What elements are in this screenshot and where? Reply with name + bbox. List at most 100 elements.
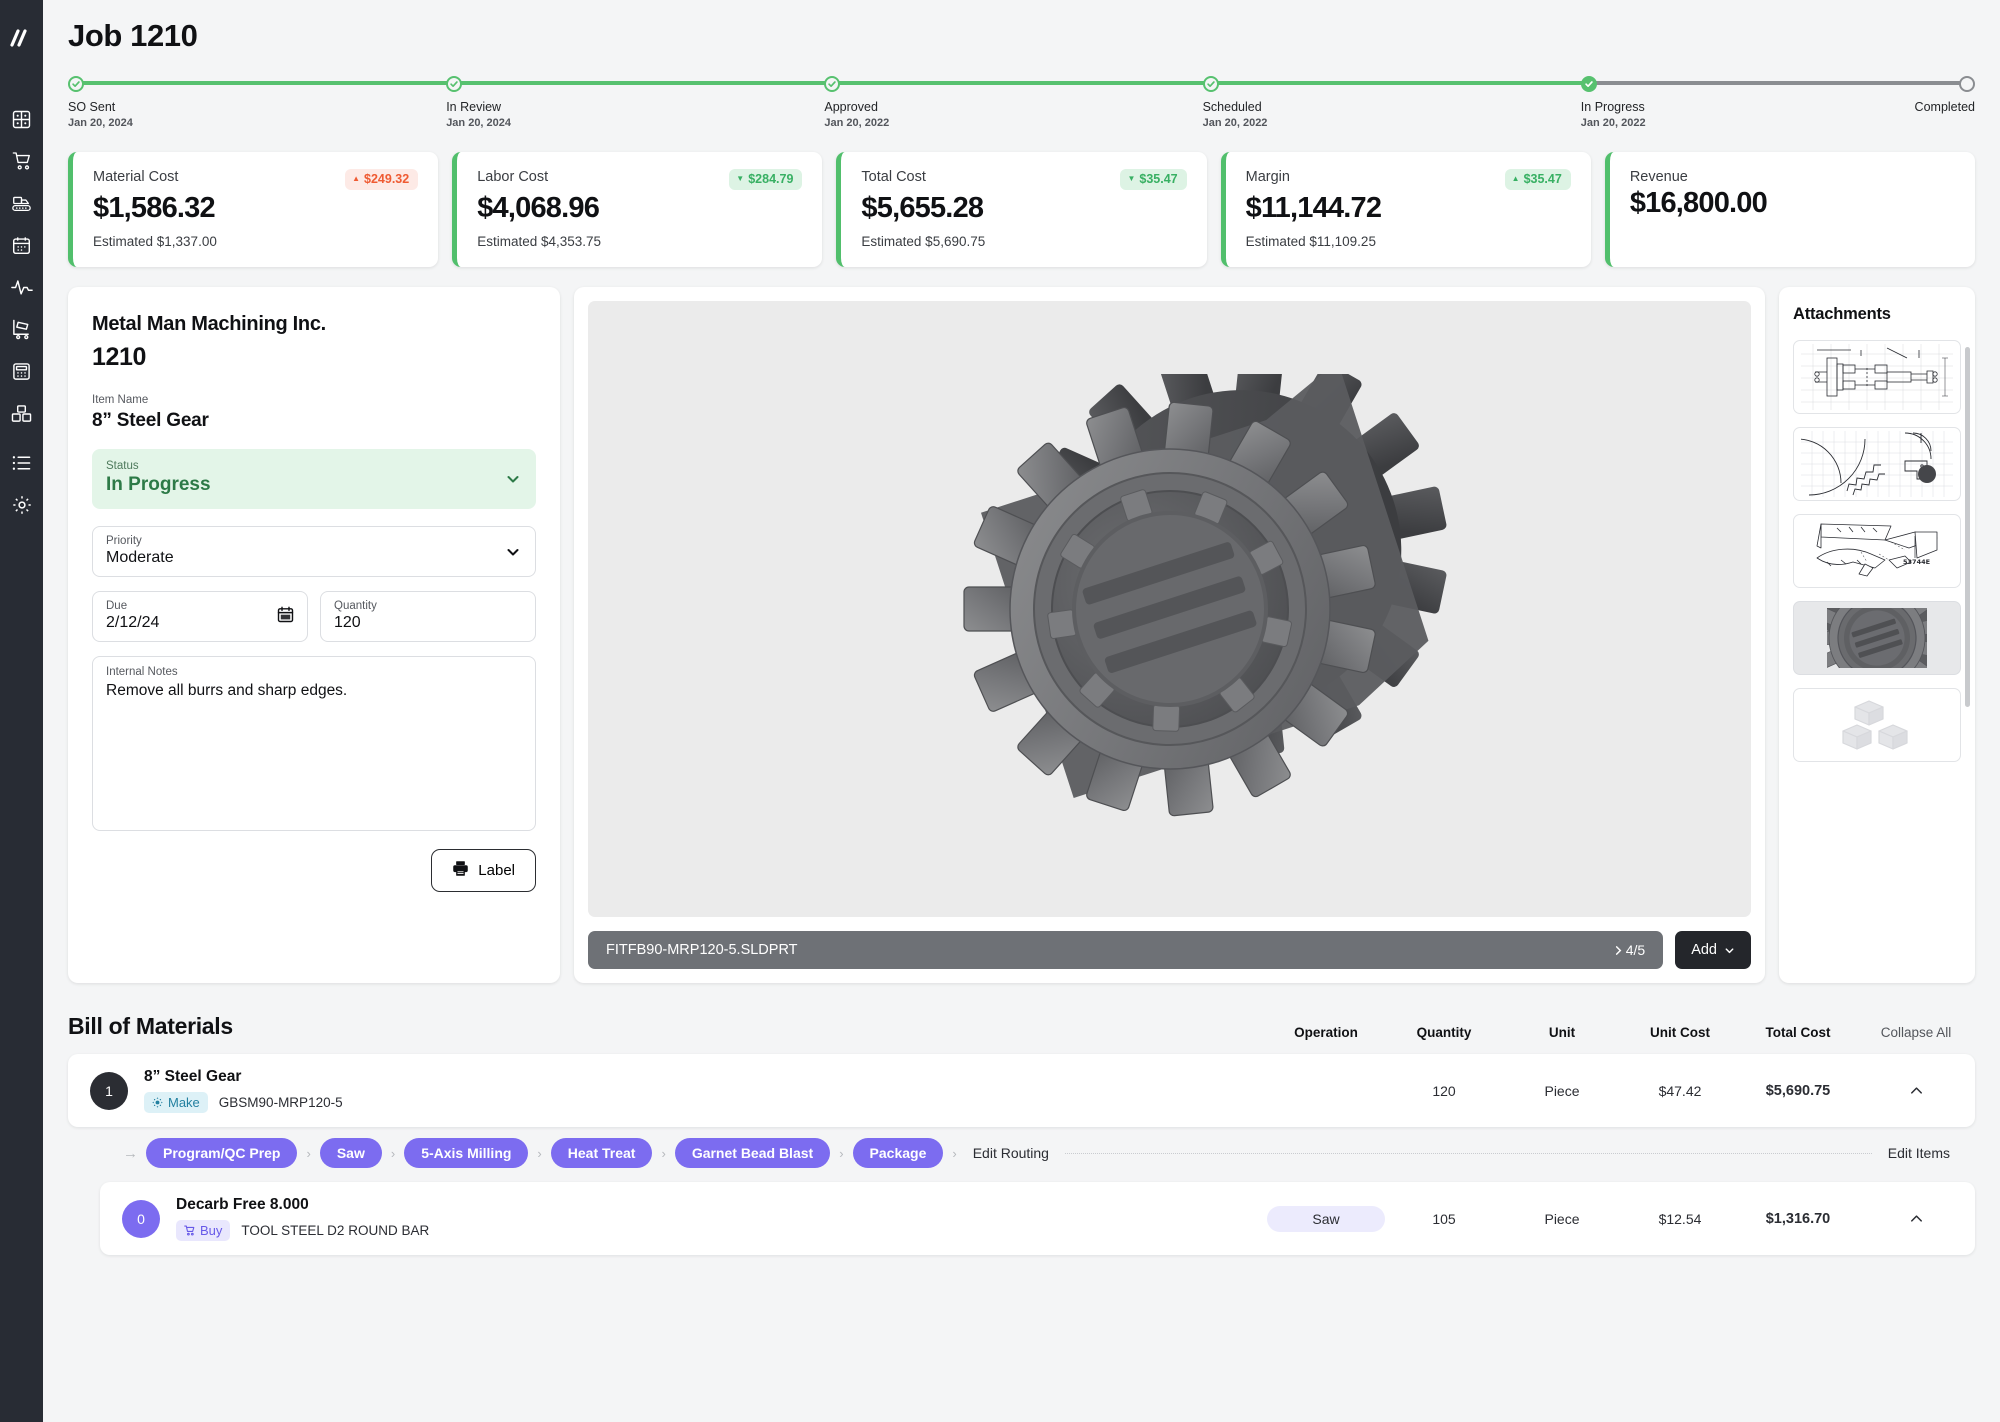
priority-select[interactable]: Priority Moderate: [92, 526, 536, 577]
sidebar-item-shipping[interactable]: [0, 308, 43, 350]
routing-op-saw[interactable]: Saw: [319, 1138, 382, 1168]
shopping-cart-icon: [184, 1225, 195, 1236]
kpi-value: $16,800.00: [1629, 187, 1768, 219]
row-collapse-toggle[interactable]: [1857, 1082, 1975, 1099]
gear-profile-drawing-thumbnail: [1801, 431, 1953, 497]
attachments-scrollbar[interactable]: [1965, 347, 1970, 707]
bom-col-unit-cost: Unit Cost: [1650, 1025, 1710, 1040]
kpi-delta-badge: ▼ $284.79: [729, 169, 803, 190]
row-item-code: GBSM90-MRP120-5: [218, 1095, 343, 1110]
gear-icon: [152, 1097, 163, 1108]
kpi-card-revenue: Revenue $16,800.00: [1604, 152, 1976, 267]
table-row[interactable]: 1 8” Steel Gear Make GBSM90-MRP120-5 120…: [68, 1054, 1975, 1127]
add-attachment-button[interactable]: Add: [1675, 931, 1751, 969]
sidebar-item-schedule[interactable]: [0, 224, 43, 266]
quantity-field[interactable]: Quantity 120: [320, 591, 536, 642]
sidebar-item-production[interactable]: [0, 182, 43, 224]
row-buy-tag-text: Buy: [200, 1223, 223, 1238]
model-viewer-stage[interactable]: [588, 301, 1751, 917]
bom-col-unit: Unit: [1548, 1025, 1576, 1040]
internal-notes-field[interactable]: Internal Notes Remove all burrs and shar…: [92, 656, 536, 831]
row-item-code: TOOL STEEL D2 ROUND BAR: [241, 1223, 430, 1238]
route-sep-icon: ›: [390, 1145, 396, 1161]
edit-items-button[interactable]: Edit Items: [1888, 1145, 1950, 1161]
stepper-step-so-sent[interactable]: SO Sent Jan 20, 2024: [68, 76, 133, 129]
step-dot-icon: [824, 76, 841, 92]
attachment-gear-profile-drawing[interactable]: [1793, 427, 1961, 501]
kpi-delta-badge: ▲ $35.47: [1504, 169, 1571, 190]
sidebar: [0, 0, 43, 1422]
arrow-down-icon: ▼: [736, 174, 745, 183]
calendar-icon[interactable]: [277, 606, 294, 628]
row-collapse-toggle[interactable]: [1857, 1210, 1975, 1227]
chevron-up-icon: [1910, 1215, 1922, 1222]
boxes-placeholder-icon: [1842, 700, 1908, 750]
attachment-frame-exploded-drawing[interactable]: 53744E: [1793, 514, 1961, 588]
row-operation-chip[interactable]: Saw: [1267, 1205, 1385, 1232]
routing-op-program-qc-prep[interactable]: Program/QC Prep: [146, 1138, 298, 1168]
status-select[interactable]: Status In Progress: [92, 449, 536, 509]
bom-title: Bill of Materials: [68, 1013, 233, 1039]
attachments-thumbnail-list: 53744E: [1793, 340, 1961, 762]
route-start-arrow-icon: →: [123, 1144, 138, 1162]
sidebar-item-analytics[interactable]: [0, 266, 43, 308]
row-unit: Piece: [1544, 1210, 1580, 1227]
job-progress-stepper: SO Sent Jan 20, 2024 In Review Jan 20, 2024…: [68, 76, 1975, 134]
step-label: SO Sent: [68, 100, 116, 114]
attachments-panel: Attachments 53744E: [1779, 287, 1975, 983]
due-label: Due: [106, 600, 128, 612]
step-label: Completed: [1914, 100, 1975, 114]
due-value: 2/12/24: [106, 614, 160, 631]
collapse-all-button[interactable]: Collapse All: [1857, 1025, 1975, 1040]
routing-op-package[interactable]: Package: [852, 1138, 944, 1168]
row-operation: Saw: [1267, 1205, 1385, 1232]
due-date-field[interactable]: Due 2/12/24: [92, 591, 308, 642]
stepper-step-completed[interactable]: Completed: [1915, 76, 1975, 114]
priority-value: Moderate: [106, 549, 174, 566]
kpi-card-material-cost: Material Cost ▲ $249.32 $1,586.32 Estimated …: [68, 152, 439, 267]
step-label: Scheduled: [1202, 100, 1262, 114]
kpi-card-margin: Margin ▲ $35.47 $11,144.72 Estimated $11,109…: [1220, 152, 1591, 267]
slash-logo[interactable]: [0, 18, 43, 58]
row-quantity: 120: [1432, 1082, 1456, 1099]
sidebar-item-quoting[interactable]: [0, 350, 43, 392]
company-name: Metal Man Machining Inc.: [92, 313, 326, 335]
chevron-down-icon: [505, 544, 521, 560]
assembly-drawing-thumbnail: [1801, 344, 1953, 410]
row-unit: Piece: [1544, 1082, 1580, 1099]
stepper-step-scheduled[interactable]: Scheduled Jan 20, 2022: [1202, 76, 1267, 129]
kpi-delta-value: $284.79: [748, 172, 794, 186]
attachment-add-placeholder[interactable]: [1793, 688, 1961, 762]
print-label-button[interactable]: Label: [431, 849, 536, 892]
chevron-down-icon: [505, 471, 521, 487]
svg-text:53744E: 53744E: [1903, 558, 1930, 566]
route-sep-icon: ›: [839, 1145, 844, 1161]
file-name: FITFB90-MRP120-5.SLDPRT: [606, 942, 798, 958]
routing-op-5-axis-milling[interactable]: 5-Axis Milling: [404, 1138, 529, 1168]
sidebar-item-inventory[interactable]: [0, 392, 43, 434]
edit-routing-button[interactable]: Edit Routing: [973, 1145, 1049, 1161]
sidebar-item-dashboard[interactable]: [0, 98, 43, 140]
route-sep-icon: ›: [661, 1145, 666, 1161]
page-content: Job 1210 SO Sent Jan 20, 2024 In Review Jan…: [43, 0, 2000, 1422]
bom-col-operation: Operation: [1294, 1025, 1358, 1040]
kpi-card-group: Material Cost ▲ $249.32 $1,586.32 Estimated …: [68, 152, 1976, 267]
table-row[interactable]: 0 Decarb Free 8.000 Buy TOOL STEEL D2 RO…: [100, 1182, 1975, 1255]
job-number: 1210: [92, 343, 147, 371]
attachment-assembly-drawing[interactable]: [1793, 340, 1961, 414]
stepper-step-in-review[interactable]: In Review Jan 20, 2024: [446, 76, 511, 129]
attachment-gear-3d-render[interactable]: [1793, 601, 1961, 675]
stepper-step-in-progress[interactable]: In Progress Jan 20, 2022: [1580, 76, 1646, 129]
sidebar-item-orders[interactable]: [0, 140, 43, 182]
route-sep-icon: ›: [537, 1145, 542, 1161]
routing-op-garnet-bead-blast[interactable]: Garnet Bead Blast: [674, 1138, 831, 1168]
kpi-estimate: Estimated $4,353.75: [477, 234, 602, 249]
chevron-down-icon: [1725, 947, 1734, 953]
file-name-bar[interactable]: FITFB90-MRP120-5.SLDPRT 4/5: [588, 931, 1664, 969]
sidebar-item-settings[interactable]: [0, 484, 43, 526]
printer-icon: [452, 860, 469, 881]
sidebar-item-lists[interactable]: [0, 442, 43, 484]
status-value: In Progress: [106, 474, 211, 495]
stepper-step-approved[interactable]: Approved Jan 20, 2022: [824, 76, 889, 129]
routing-op-heat-treat[interactable]: Heat Treat: [550, 1138, 653, 1168]
